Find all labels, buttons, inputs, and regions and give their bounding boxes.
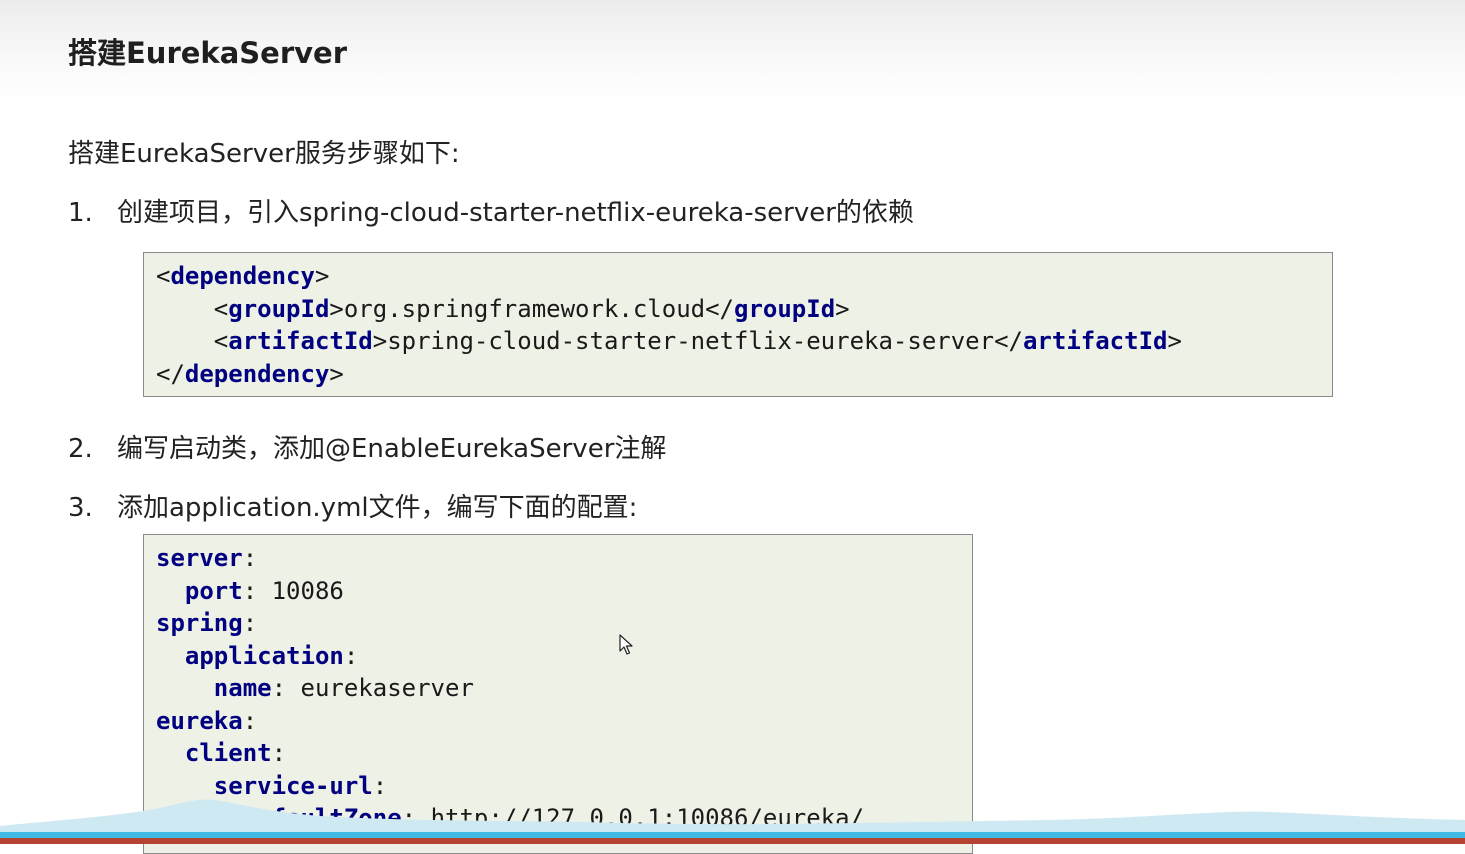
step-number: 1.	[68, 198, 93, 228]
xml-code-block: <dependency> <groupId>org.springframewor…	[143, 252, 1333, 397]
xml-tag: artifactId	[228, 327, 373, 355]
footer-red-line	[0, 838, 1465, 844]
code-line: name: eurekaserver	[213, 674, 474, 702]
code-line: client:	[184, 739, 287, 767]
code-line: server:	[156, 544, 258, 572]
yaml-value: eurekaserver	[300, 674, 474, 702]
footer-mountains	[0, 799, 1465, 834]
step-text: 创建项目，引入spring-cloud-starter-netflix-eure…	[117, 198, 914, 228]
code-line: port: 10086	[184, 576, 344, 605]
xml-tag: groupId	[734, 294, 836, 323]
yaml-key: client	[184, 739, 272, 767]
step-3: 3. 添加application.yml文件，编写下面的配置:	[68, 487, 637, 524]
yaml-key: eureka	[156, 706, 243, 735]
xml-tag: dependency	[170, 262, 315, 290]
xml-tag: groupId	[228, 294, 330, 323]
code-line: <dependency>	[156, 262, 330, 290]
step-number: 3.	[68, 493, 93, 523]
yaml-key: name	[213, 674, 272, 702]
step-1: 1. 创建项目，引入spring-cloud-starter-netflix-eu…	[68, 192, 914, 229]
step-text: 添加application.yml文件，编写下面的配置:	[117, 493, 638, 523]
slide-title: 搭建EurekaServer	[68, 36, 348, 70]
intro-text: 搭建EurekaServer服务步骤如下:	[68, 139, 460, 169]
xml-value: spring-cloud-starter-netflix-eureka-serv…	[387, 327, 995, 355]
yaml-key: port	[184, 576, 243, 605]
code-line: </dependency>	[156, 359, 344, 388]
yaml-key: server	[156, 544, 243, 572]
code-line: <artifactId>spring-cloud-starter-netflix…	[156, 327, 1182, 355]
code-line: application:	[184, 641, 359, 670]
xml-tag: dependency	[184, 359, 330, 388]
yaml-key: spring	[156, 609, 243, 637]
yaml-key: application	[184, 641, 344, 670]
xml-tag: artifactId	[1022, 327, 1168, 355]
mouse-pointer-icon	[619, 634, 633, 655]
code-line: eureka:	[156, 706, 258, 735]
xml-value: org.springframework.cloud	[343, 294, 706, 323]
code-line: <groupId>org.springframework.cloud</grou…	[156, 294, 850, 323]
step-text: 编写启动类，添加@EnableEurekaServer注解	[117, 434, 667, 464]
step-number: 2.	[68, 434, 93, 464]
yaml-value: 10086	[271, 576, 344, 605]
step-2: 2. 编写启动类，添加@EnableEurekaServer注解	[68, 428, 666, 465]
code-line: spring:	[156, 609, 258, 637]
